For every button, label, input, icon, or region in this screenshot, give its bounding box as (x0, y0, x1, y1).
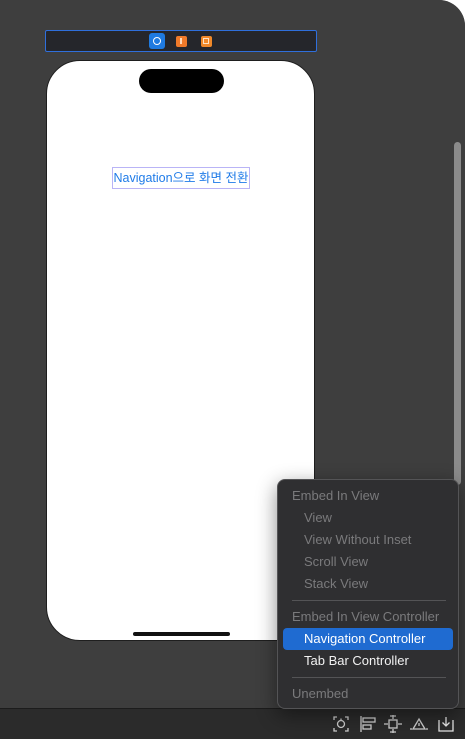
menu-separator (292, 677, 446, 678)
add-constraints-icon[interactable] (383, 714, 403, 734)
menu-item-tab-bar-controller[interactable]: Tab Bar Controller (283, 650, 453, 672)
menu-item-unembed: Unembed (292, 686, 349, 701)
menu-separator (292, 600, 446, 601)
align-icon[interactable] (358, 714, 378, 734)
interface-builder-window: Navigation으로 화면 전환 Embed In View View Vi… (0, 0, 465, 739)
iphone-scene-view[interactable]: Navigation으로 화면 전환 (46, 60, 315, 641)
canvas-bottom-toolbar (0, 708, 465, 739)
scene-dock[interactable] (45, 30, 317, 52)
resolve-issues-icon[interactable] (409, 714, 429, 734)
scrollbar-thumb[interactable] (454, 142, 461, 485)
home-indicator (133, 632, 230, 636)
exit-icon[interactable] (201, 36, 212, 47)
navigation-transition-button[interactable]: Navigation으로 화면 전환 (112, 167, 250, 189)
menu-item-stack-view: Stack View (304, 576, 369, 591)
menu-item-view-without-inset: View Without Inset (304, 532, 412, 547)
menu-header-embed-in-view: Embed In View (292, 488, 380, 503)
first-responder-icon[interactable] (176, 36, 187, 47)
embed-in-menu: Embed In View View View Without Inset Sc… (277, 479, 459, 709)
menu-header-embed-in-view-controller: Embed In View Controller (292, 609, 440, 624)
view-controller-icon[interactable] (149, 33, 165, 49)
menu-item-navigation-controller[interactable]: Navigation Controller (283, 628, 453, 650)
dynamic-island (139, 69, 224, 93)
menu-item-scroll-view: Scroll View (304, 554, 369, 569)
menu-item-view: View (304, 510, 332, 525)
update-frames-icon[interactable] (331, 714, 351, 734)
embed-in-icon[interactable] (436, 714, 456, 734)
